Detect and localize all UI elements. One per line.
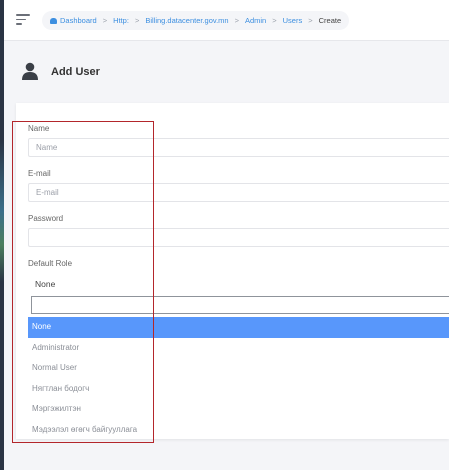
- breadcrumb-separator: >: [134, 16, 140, 25]
- role-option-administrator[interactable]: Administrator: [28, 338, 449, 359]
- password-label: Password: [28, 214, 64, 223]
- email-label: E-mail: [28, 169, 51, 178]
- password-input[interactable]: [28, 228, 449, 247]
- name-input[interactable]: [28, 138, 449, 157]
- breadcrumb-dashboard[interactable]: Dashboard: [60, 16, 97, 25]
- name-label: Name: [28, 124, 50, 133]
- role-option-specialist[interactable]: Мэргэжилтэн: [28, 399, 449, 420]
- default-role-label: Default Role: [28, 259, 73, 268]
- role-option-accountant[interactable]: Нягтлан бодогч: [28, 379, 449, 400]
- menu-toggle-icon[interactable]: [16, 14, 30, 26]
- breadcrumb-separator: >: [102, 16, 108, 25]
- role-search-input[interactable]: [31, 296, 449, 314]
- breadcrumb-admin[interactable]: Admin: [245, 16, 266, 25]
- breadcrumb: Dashboard > Http: > Billing.datacenter.g…: [42, 11, 350, 30]
- role-option-none[interactable]: None: [28, 317, 449, 338]
- breadcrumb-http[interactable]: Http:: [113, 16, 129, 25]
- breadcrumb-create: Create: [318, 16, 342, 25]
- breadcrumb-domain[interactable]: Billing.datacenter.gov.mn: [145, 16, 228, 25]
- top-navbar: Dashboard > Http: > Billing.datacenter.g…: [4, 0, 449, 41]
- role-option-normal-user[interactable]: Normal User: [28, 358, 449, 379]
- default-role-select[interactable]: None: [35, 279, 55, 289]
- breadcrumb-separator: >: [308, 16, 313, 25]
- breadcrumb-users[interactable]: Users: [283, 16, 303, 25]
- breadcrumb-separator: >: [234, 16, 239, 25]
- breadcrumb-separator: >: [272, 16, 277, 25]
- email-input[interactable]: [28, 183, 449, 202]
- page-title: Add User: [51, 66, 100, 78]
- role-option-data-provider[interactable]: Мэдээлэл өгөгч байгууллага: [28, 420, 449, 441]
- user-icon: [22, 62, 38, 80]
- role-options-list: None Administrator Normal User Нягтлан б…: [28, 317, 449, 440]
- home-icon: [50, 17, 57, 24]
